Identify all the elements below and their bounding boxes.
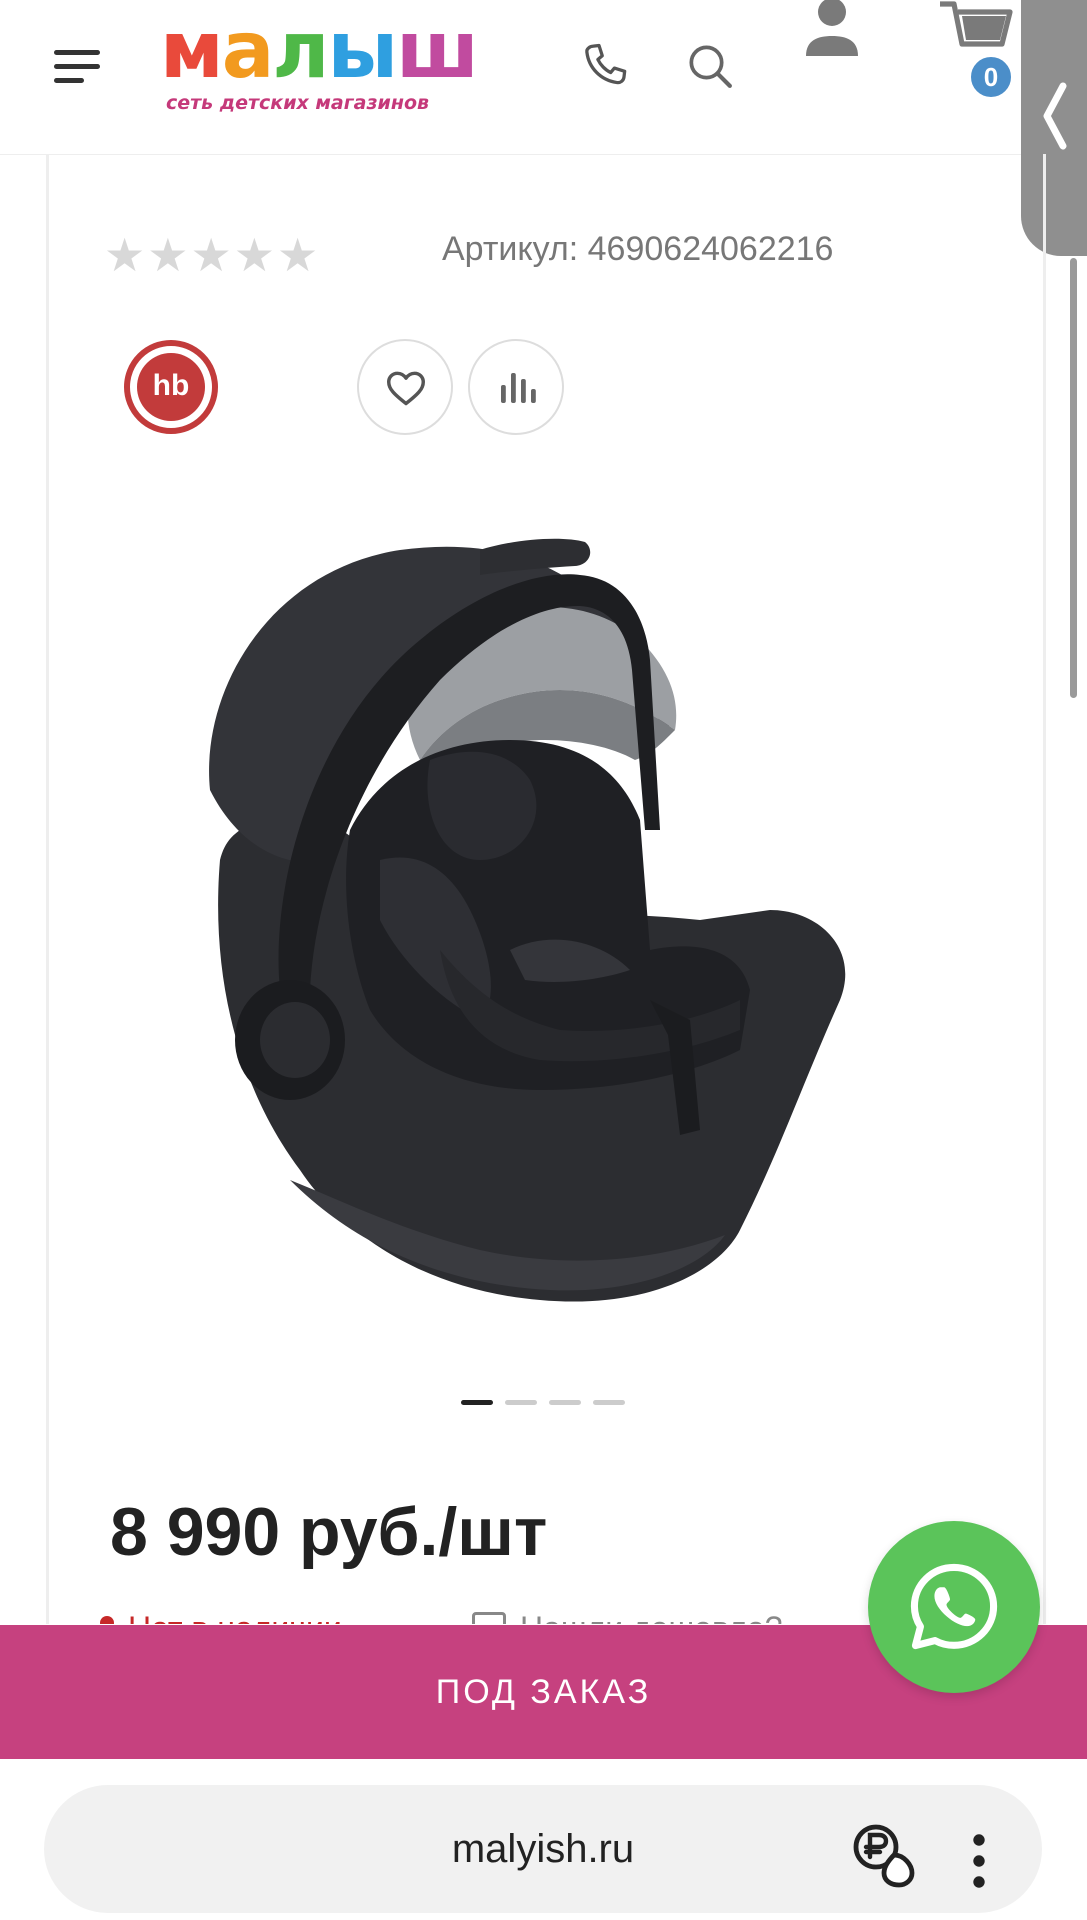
gallery-dot-1[interactable] xyxy=(461,1400,493,1405)
favorite-button[interactable] xyxy=(357,339,453,435)
user-icon[interactable] xyxy=(800,0,864,64)
whatsapp-button[interactable] xyxy=(868,1521,1040,1693)
gallery-dot-2[interactable] xyxy=(505,1400,537,1405)
chevron-left-icon xyxy=(1043,82,1067,150)
heart-icon xyxy=(386,371,425,406)
product-price: 8 990 руб./шт xyxy=(110,1494,548,1570)
whatsapp-icon xyxy=(910,1563,998,1650)
hamburger-icon[interactable] xyxy=(54,50,102,86)
cart-count-badge: 0 xyxy=(968,54,1014,100)
browser-toolbar: malyish.ru xyxy=(0,1759,1087,1920)
product-image[interactable] xyxy=(180,530,920,1350)
logo-wordmark: малыш xyxy=(160,6,479,96)
availability-status: Нет в наличии xyxy=(100,1610,342,1624)
brand-logo-text: hb xyxy=(137,353,205,421)
site-logo[interactable]: малыш сеть детских магазинов xyxy=(160,12,480,124)
ruble-icon[interactable] xyxy=(852,1823,918,1889)
compare-button[interactable] xyxy=(468,339,564,435)
compare-icon xyxy=(501,373,536,403)
found-cheaper-link[interactable]: Нашли дешевле? xyxy=(472,1610,782,1624)
scrollbar[interactable] xyxy=(1070,258,1077,698)
phone-icon[interactable] xyxy=(578,38,634,94)
search-icon[interactable] xyxy=(682,38,738,94)
gallery-dot-4[interactable] xyxy=(593,1400,625,1405)
more-vert-icon[interactable] xyxy=(964,1831,994,1891)
sku-label: Артикул: 4690624062216 xyxy=(442,230,834,268)
brand-logo[interactable]: hb xyxy=(124,340,218,434)
gallery-dot-3[interactable] xyxy=(549,1400,581,1405)
cart-icon[interactable] xyxy=(936,0,1016,66)
site-header: малыш сеть детских магазинов 0 xyxy=(0,0,1087,155)
rating-stars[interactable]: ★★★★★ xyxy=(104,228,320,282)
